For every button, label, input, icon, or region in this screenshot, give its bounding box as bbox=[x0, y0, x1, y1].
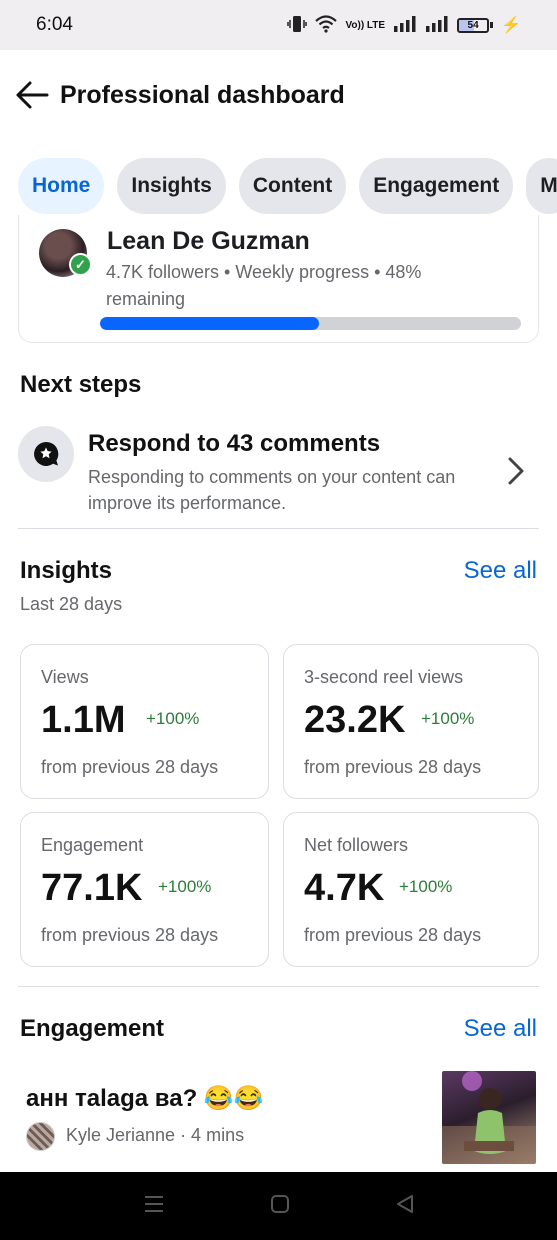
comment-author-time: Kyle Jerianne · 4 mins bbox=[66, 1125, 245, 1145]
signal-icon-2 bbox=[425, 15, 449, 35]
battery-level: 54 bbox=[467, 19, 479, 31]
page-title: Professional dashboard bbox=[60, 80, 345, 109]
comment-text: анн тalaga ва? 😂😂 bbox=[26, 1085, 264, 1112]
tab-content[interactable]: Content bbox=[238, 158, 347, 214]
status-icons: Vo)) LTE 54 ⚡ bbox=[287, 14, 521, 36]
divider bbox=[18, 528, 539, 529]
signal-icon bbox=[393, 15, 417, 35]
system-nav-bar bbox=[0, 1172, 557, 1240]
status-time: 6:04 bbox=[36, 14, 73, 35]
metric-sub: from previous 28 days bbox=[41, 925, 219, 945]
profile-name: Lean De Guzman bbox=[107, 227, 310, 255]
metric-value: 4.7K bbox=[304, 867, 385, 909]
engagement-item[interactable]: анн тalaga ва? 😂😂 Kyle Jerianne · 4 mins bbox=[18, 1070, 539, 1166]
insights-title: Insights bbox=[20, 557, 113, 584]
wifi-icon bbox=[315, 14, 338, 36]
metric-change: +100% bbox=[158, 877, 212, 896]
metric-sub: from previous 28 days bbox=[304, 757, 482, 777]
metric-change: +100% bbox=[421, 709, 475, 728]
profile-card[interactable]: ✓ Lean De Guzman 4.7K followers • Weekly… bbox=[18, 215, 539, 343]
insights-period: Last 28 days bbox=[20, 594, 123, 614]
battery-icon: 54 bbox=[457, 17, 494, 33]
tab-engagement[interactable]: Engagement bbox=[359, 158, 514, 214]
next-step-description: Responding to comments on your content c… bbox=[88, 467, 456, 513]
charging-icon: ⚡ bbox=[501, 17, 521, 34]
engagement-title: Engagement bbox=[20, 1015, 165, 1042]
tab-insights[interactable]: Insights bbox=[117, 158, 226, 214]
next-step-title: Respond to 43 comments bbox=[88, 430, 381, 457]
engagement-see-all-link[interactable]: See all bbox=[464, 1015, 537, 1043]
weekly-progress-fill bbox=[100, 317, 319, 330]
metric-card-reel-views[interactable]: 3-second reel views 23.2K +100% from pre… bbox=[283, 644, 539, 799]
avatar bbox=[26, 1122, 55, 1151]
metric-label: Engagement bbox=[41, 835, 144, 855]
metric-value: 1.1M bbox=[41, 699, 126, 741]
divider bbox=[18, 986, 539, 987]
metric-label: 3-second reel views bbox=[304, 667, 464, 687]
volte-icon: Vo)) LTE bbox=[345, 19, 386, 31]
metric-value: 77.1K bbox=[41, 867, 143, 909]
chevron-right-icon bbox=[507, 456, 525, 491]
profile-meta: 4.7K followers • Weekly progress • 48% r… bbox=[106, 262, 422, 309]
metric-value: 23.2K bbox=[304, 699, 406, 741]
status-bar: 6:04 Vo)) LTE 54 ⚡ bbox=[0, 0, 557, 50]
recent-apps-icon[interactable] bbox=[143, 1194, 165, 1219]
metric-sub: from previous 28 days bbox=[304, 925, 482, 945]
metric-change: +100% bbox=[399, 877, 453, 896]
tab-bar: Home Insights Content Engagement M bbox=[18, 158, 557, 214]
insights-see-all-link[interactable]: See all bbox=[464, 557, 537, 585]
next-step-item[interactable]: Respond to 43 comments Responding to com… bbox=[18, 420, 539, 526]
vibrate-icon bbox=[287, 15, 308, 36]
home-icon[interactable] bbox=[270, 1194, 290, 1219]
verified-check-icon: ✓ bbox=[69, 253, 92, 276]
comment-icon bbox=[18, 426, 74, 482]
metric-label: Views bbox=[41, 667, 89, 687]
metric-card-engagement[interactable]: Engagement 77.1K +100% from previous 28 … bbox=[20, 812, 269, 967]
tab-more[interactable]: M bbox=[526, 158, 557, 214]
post-thumbnail[interactable] bbox=[442, 1071, 536, 1164]
weekly-progress-bar bbox=[100, 317, 521, 330]
metric-sub: from previous 28 days bbox=[41, 757, 219, 777]
tab-home[interactable]: Home bbox=[18, 158, 105, 214]
metric-card-net-followers[interactable]: Net followers 4.7K +100% from previous 2… bbox=[283, 812, 539, 967]
metric-card-views[interactable]: Views 1.1M +100% from previous 28 days bbox=[20, 644, 269, 799]
back-arrow-icon bbox=[16, 81, 49, 109]
metric-change: +100% bbox=[146, 709, 200, 728]
header: Professional dashboard bbox=[0, 50, 557, 140]
next-steps-title: Next steps bbox=[20, 371, 142, 398]
back-triangle-icon[interactable] bbox=[395, 1194, 415, 1219]
metric-label: Net followers bbox=[304, 835, 409, 855]
back-button[interactable] bbox=[14, 77, 50, 113]
